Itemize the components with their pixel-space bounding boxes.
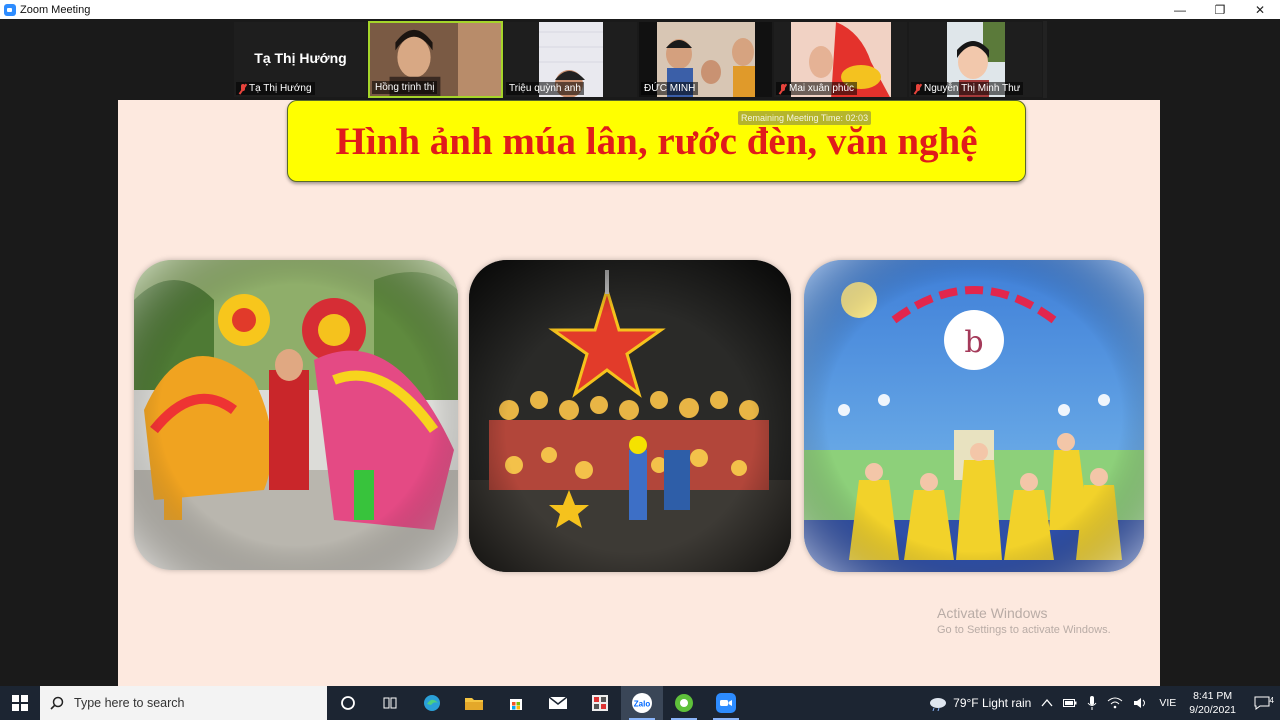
participant-tile[interactable]: Triệu quỳnh anh xyxy=(503,21,638,98)
participant-name: Hồng trịnh thị xyxy=(375,82,435,93)
mic-muted-icon xyxy=(779,83,787,94)
participant-tile[interactable]: Tạ Thị Hướng Tạ Thị Hướng xyxy=(233,21,368,98)
rain-cloud-icon xyxy=(930,698,947,711)
close-button[interactable]: ✕ xyxy=(1240,0,1280,19)
zalo-icon[interactable]: Zalo xyxy=(621,686,663,720)
taskbar-search-box[interactable]: Type here to search xyxy=(40,686,327,720)
participant-name: Mai xuân phúc xyxy=(789,83,855,94)
edge-icon[interactable] xyxy=(411,686,453,720)
lantern-procession-photo xyxy=(469,260,791,572)
participant-name: ĐỨC MINH xyxy=(644,83,696,94)
participant-tile-active-speaker[interactable]: Hồng trịnh thị xyxy=(368,21,503,98)
participant-name-card: Tạ Thị Hướng xyxy=(254,50,347,66)
chevron-up-icon[interactable] xyxy=(1036,698,1058,708)
store-icon[interactable] xyxy=(495,686,537,720)
windows-logo-icon xyxy=(12,695,28,711)
svg-text:Zalo: Zalo xyxy=(634,700,651,709)
task-view-icon[interactable] xyxy=(369,686,411,720)
green-app-icon[interactable] xyxy=(663,686,705,720)
remaining-time-indicator: Remaining Meeting Time: 02:03 xyxy=(738,111,872,125)
zoom-icon[interactable] xyxy=(705,686,747,720)
search-icon xyxy=(50,696,64,710)
zoom-app-icon xyxy=(4,3,16,16)
participant-gallery: Tạ Thị Hướng Tạ Thị Hướng Hồng trịnh thị… xyxy=(233,21,1047,98)
watermark-subtitle: Go to Settings to activate Windows. xyxy=(937,624,1111,636)
microphone-icon[interactable] xyxy=(1082,696,1102,710)
wifi-icon[interactable] xyxy=(1102,697,1128,709)
watermark-title: Activate Windows xyxy=(937,605,1048,621)
weather-widget[interactable]: 79°F Light rain xyxy=(923,695,1036,711)
clock-date: 9/20/2021 xyxy=(1189,704,1236,716)
slide-title: Hình ảnh múa lân, rước đèn, văn nghệ xyxy=(335,120,978,163)
meeting-area: Tạ Thị Hướng Tạ Thị Hướng Hồng trịnh thị… xyxy=(0,19,1280,686)
shared-screen: Hình ảnh múa lân, rước đèn, văn nghệ Rem… xyxy=(118,100,1160,686)
participant-tile[interactable]: Mai xuân phúc xyxy=(773,21,908,98)
lion-dance-photo xyxy=(134,260,458,570)
battery-icon[interactable] xyxy=(1058,698,1082,708)
file-explorer-icon[interactable] xyxy=(453,686,495,720)
language-indicator[interactable]: VIE xyxy=(1154,697,1181,709)
participant-tile[interactable]: Nguyễn Thị Minh Thư xyxy=(908,21,1043,98)
clock[interactable]: 8:41 PM 9/20/2021 xyxy=(1181,689,1244,717)
restore-button[interactable]: ❐ xyxy=(1200,0,1240,19)
activate-windows-watermark: Activate Windows Go to Settings to activ… xyxy=(937,605,1111,636)
weather-text: 79°F Light rain xyxy=(953,696,1032,710)
notification-count: 4 xyxy=(1269,696,1274,705)
volume-icon[interactable] xyxy=(1128,697,1154,709)
start-button[interactable] xyxy=(0,686,40,720)
app-icon[interactable] xyxy=(579,686,621,720)
mid-autumn-performance-photo: b xyxy=(804,260,1144,572)
mic-muted-icon xyxy=(239,83,247,94)
participant-name: Nguyễn Thị Minh Thư xyxy=(924,83,1021,94)
window-title: Zoom Meeting xyxy=(20,3,91,16)
search-placeholder: Type here to search xyxy=(74,696,185,710)
title-bar: Zoom Meeting — ❐ ✕ xyxy=(0,0,1280,19)
windows-taskbar: Type here to search Zalo 79°F Light rain xyxy=(0,686,1280,720)
participant-name: Triệu quỳnh anh xyxy=(509,83,581,94)
minimize-button[interactable]: — xyxy=(1160,0,1200,19)
mail-icon[interactable] xyxy=(537,686,579,720)
notification-center-icon[interactable]: 4 xyxy=(1244,696,1280,710)
clock-time: 8:41 PM xyxy=(1193,690,1233,702)
system-tray: 79°F Light rain VIE 8:41 PM 9/20/2021 4 xyxy=(923,686,1280,720)
slide-title-banner: Hình ảnh múa lân, rước đèn, văn nghệ Rem… xyxy=(287,100,1026,182)
participant-name: Tạ Thị Hướng xyxy=(249,83,312,94)
mic-muted-icon xyxy=(914,83,922,94)
participant-tile[interactable]: ĐỨC MINH xyxy=(638,21,773,98)
cortana-icon[interactable] xyxy=(327,686,369,720)
